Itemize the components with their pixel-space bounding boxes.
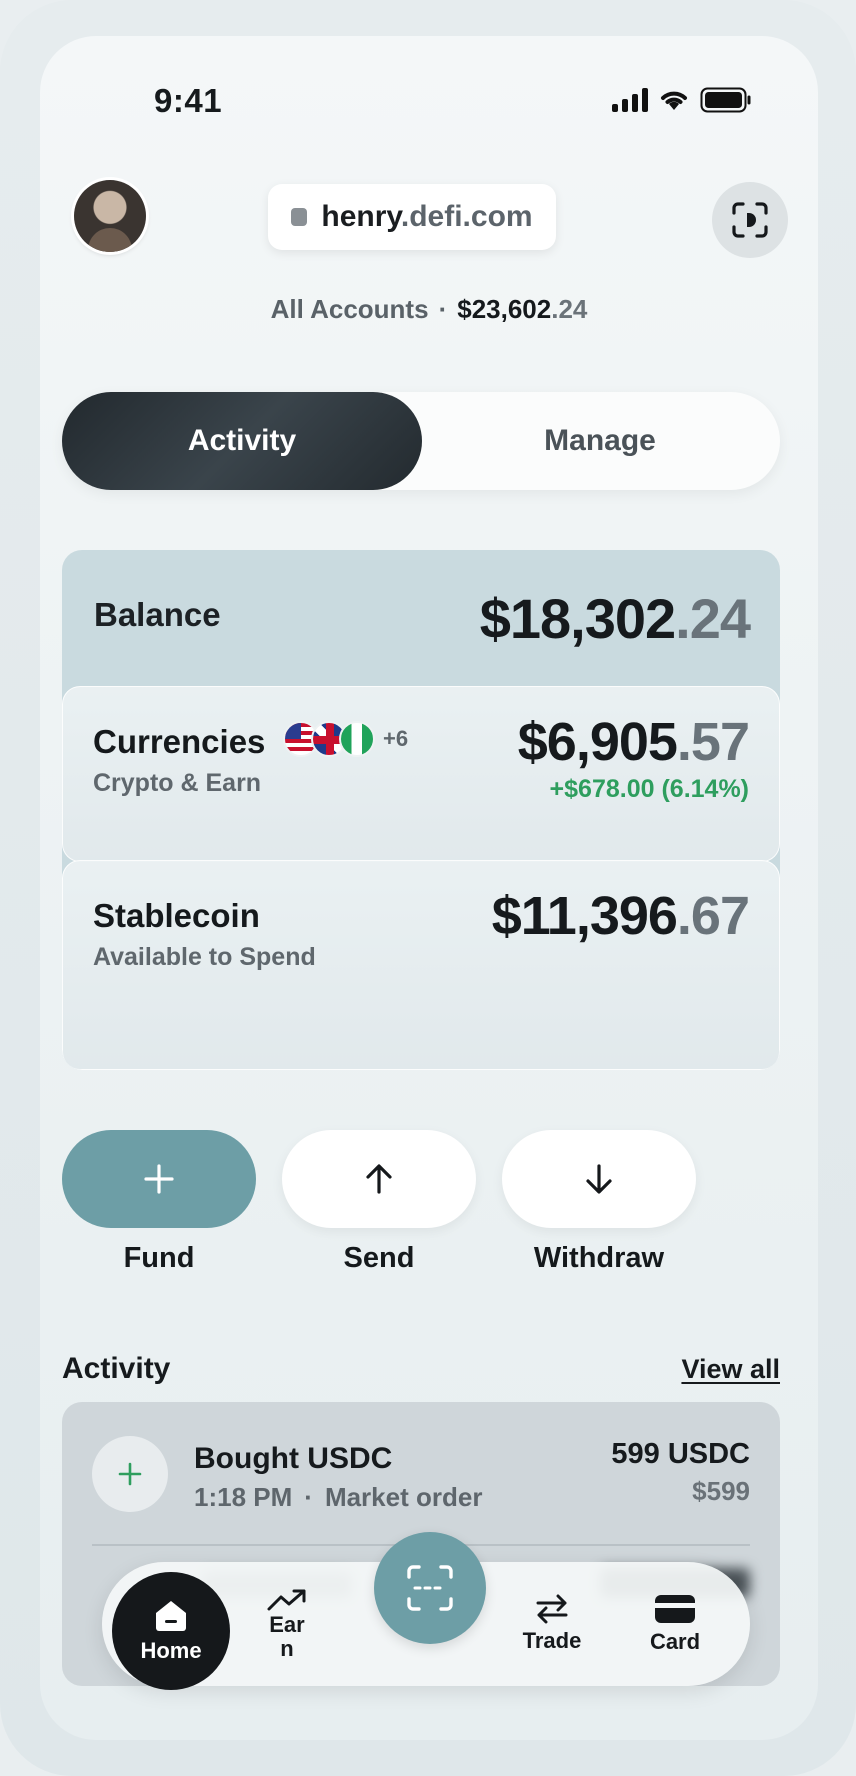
send-action: Send — [282, 1130, 476, 1275]
activity-section-title: Activity — [62, 1352, 171, 1385]
balance-label: Balance — [94, 596, 221, 633]
credit-card-icon — [655, 1595, 695, 1623]
tab-activity[interactable]: Activity — [62, 392, 422, 490]
plus-icon — [118, 1462, 142, 1486]
all-accounts-summary[interactable]: All Accounts · $23,602.24 — [40, 294, 818, 325]
view-tabs: Activity Manage — [62, 392, 780, 490]
currencies-subtitle: Crypto & Earn — [93, 769, 262, 797]
battery-icon — [700, 87, 751, 113]
face-scan-icon — [732, 202, 768, 238]
accounts-label: All Accounts — [270, 294, 429, 324]
currencies-amount: $6,905.57 — [517, 711, 750, 773]
stablecoin-amount: $11,396.67 — [491, 885, 750, 947]
face-scan-button[interactable] — [712, 182, 788, 258]
currency-flags: +6 — [283, 721, 408, 757]
stablecoin-amount-cents: .67 — [676, 886, 750, 946]
arrow-up-icon — [366, 1164, 392, 1194]
accounts-total-cents: .24 — [551, 294, 588, 324]
nav-home-label: Home — [140, 1638, 202, 1663]
withdraw-button[interactable] — [502, 1130, 696, 1228]
view-all-link[interactable]: View all — [681, 1354, 780, 1385]
transaction-amount: 599 USDC — [611, 1438, 750, 1470]
url-domain: .defi.com — [400, 200, 533, 233]
fund-button[interactable] — [62, 1130, 256, 1228]
nav-trade-label: Trade — [522, 1628, 582, 1653]
withdraw-action: Withdraw — [502, 1130, 696, 1275]
transaction-time: 1:18 PM — [194, 1482, 293, 1512]
quick-actions: Fund Send Withdraw — [62, 1130, 780, 1290]
url-main: henry — [321, 200, 401, 233]
fund-label: Fund — [123, 1242, 195, 1274]
fund-action: Fund — [62, 1130, 256, 1275]
nav-card[interactable]: Card — [620, 1562, 730, 1686]
swap-arrows-icon — [536, 1594, 568, 1624]
send-label: Send — [343, 1242, 415, 1274]
stablecoin-subtitle: Available to Spend — [93, 943, 316, 971]
trending-up-icon — [267, 1589, 306, 1611]
withdraw-label: Withdraw — [533, 1242, 665, 1274]
app-screen: 9:41 henry.defi.com All Accounts · $23,602… — [40, 36, 818, 1740]
scan-icon — [407, 1565, 453, 1611]
transaction-meta: 1:18 PM · Market order — [194, 1482, 483, 1512]
nav-earn[interactable]: Ear n — [252, 1562, 322, 1686]
profile-avatar[interactable] — [74, 180, 146, 252]
status-time: 9:41 — [154, 82, 223, 119]
arrow-down-icon — [586, 1164, 612, 1194]
status-icons — [612, 86, 752, 114]
nav-earn-label-line1: Ear — [269, 1612, 305, 1637]
currencies-amount-cents: .57 — [676, 712, 750, 772]
balance-amount: $18,302.24 — [479, 586, 751, 651]
currencies-change: +$678.00 (6.14%) — [549, 775, 749, 803]
account-url-pill[interactable]: henry.defi.com — [268, 184, 556, 250]
nav-earn-label-line2: n — [280, 1636, 294, 1661]
balance-amount-main: $18,302 — [479, 587, 676, 650]
more-currencies-count: +6 — [383, 726, 409, 751]
stablecoin-title: Stablecoin — [93, 897, 260, 934]
balance-card[interactable]: Balance $18,302.24 Currencies +6 Crypto … — [62, 550, 780, 1070]
balance-amount-cents: .24 — [675, 587, 751, 650]
cellular-signal-icon — [612, 88, 648, 112]
plus-icon — [144, 1164, 174, 1194]
accounts-total: $23,602 — [457, 294, 552, 324]
stablecoin-card[interactable]: Stablecoin Available to Spend $11,396.67 — [62, 860, 780, 1070]
currencies-card[interactable]: Currencies +6 Crypto & Earn $6,905.57 +$… — [62, 686, 780, 862]
transaction-type: Market order — [324, 1482, 483, 1512]
tab-manage[interactable]: Manage — [420, 392, 780, 490]
phone-frame: 9:41 henry.defi.com All Accounts · $23,602… — [0, 0, 856, 1776]
lock-icon — [291, 208, 308, 226]
nav-home[interactable]: Home — [112, 1572, 230, 1690]
transaction-usd: $599 — [692, 1476, 750, 1506]
nigeria-flag-icon — [339, 721, 375, 757]
send-button[interactable] — [282, 1130, 476, 1228]
transaction-name: Bought USDC — [194, 1442, 393, 1475]
home-icon — [156, 1601, 186, 1631]
stablecoin-amount-main: $11,396 — [491, 886, 678, 946]
transaction-icon — [92, 1436, 168, 1512]
account-url: henry.defi.com — [321, 200, 532, 234]
currencies-amount-main: $6,905 — [517, 712, 678, 772]
nav-card-label: Card — [649, 1629, 701, 1654]
wifi-icon — [661, 91, 687, 110]
nav-trade[interactable]: Trade — [502, 1562, 602, 1686]
currencies-title: Currencies — [93, 723, 266, 760]
scan-button[interactable] — [374, 1532, 486, 1644]
